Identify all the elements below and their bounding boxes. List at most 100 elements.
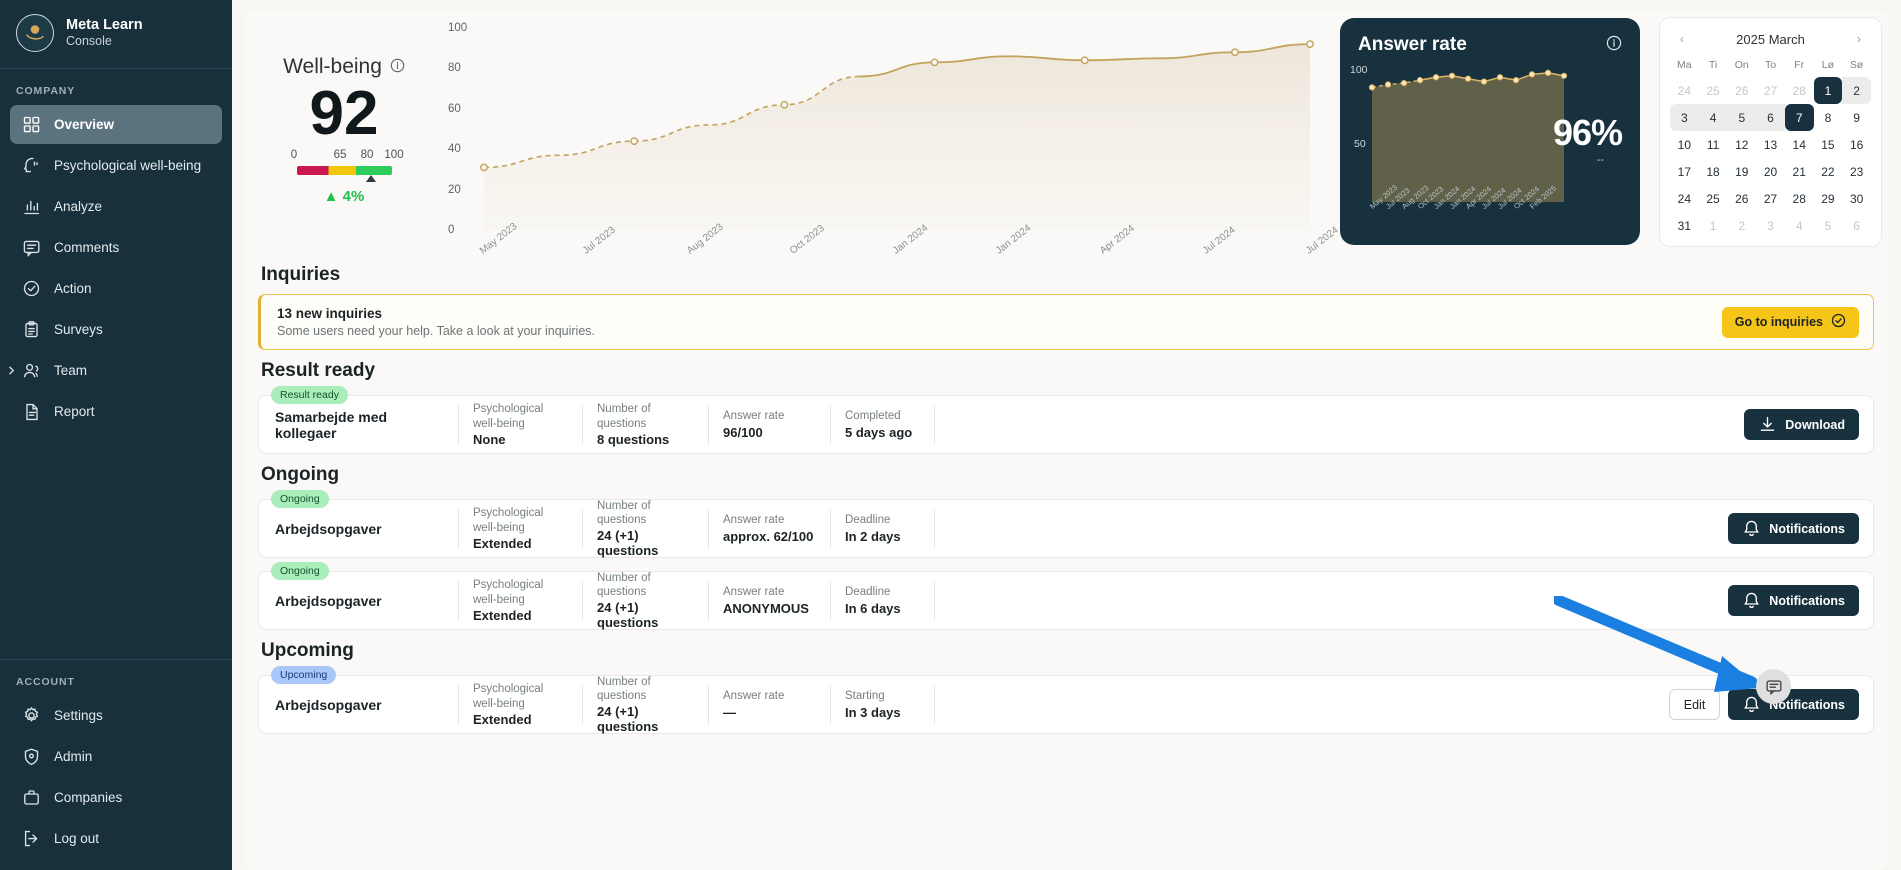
grid-icon: [22, 115, 41, 134]
calendar-day-cell[interactable]: 13: [1756, 131, 1785, 158]
chart-data-point: [1232, 49, 1238, 55]
calendar-day-cell[interactable]: 14: [1785, 131, 1814, 158]
date-label: Starting: [845, 689, 920, 703]
survey-name: Arbejdsopgaver: [275, 593, 444, 609]
calendar-day-cell[interactable]: 29: [1814, 185, 1843, 212]
calendar-day-cell[interactable]: 27: [1756, 185, 1785, 212]
calendar-day-cell[interactable]: 5: [1727, 104, 1756, 131]
answer-rate-data-point: [1529, 72, 1534, 77]
sidebar-item-log-out[interactable]: Log out: [10, 819, 222, 858]
answer-rate-data-point: [1385, 82, 1390, 87]
survey-date-cell: DeadlineIn 2 days: [831, 509, 935, 549]
info-icon[interactable]: [1606, 35, 1622, 56]
sidebar-item-admin[interactable]: Admin: [10, 737, 222, 776]
wellbeing-scale-label: 100: [384, 149, 403, 161]
calendar-day-cell[interactable]: 11: [1699, 131, 1728, 158]
download-button[interactable]: Download: [1744, 409, 1859, 440]
questions-value: 24 (+1) questions: [597, 528, 694, 558]
date-range-calendar[interactable]: ‹ 2025 March › MaTiOnToFrLøSø 2425262728…: [1660, 18, 1881, 246]
sidebar-item-surveys[interactable]: Surveys: [10, 310, 222, 349]
brand-header[interactable]: Meta Learn Console: [0, 0, 232, 69]
calendar-days-grid[interactable]: 2425262728123456789101112131415161718192…: [1670, 77, 1871, 239]
calendar-day-cell[interactable]: 15: [1814, 131, 1843, 158]
calendar-day-cell[interactable]: 2: [1727, 212, 1756, 239]
survey-answer-rate-cell: Answer rateapprox. 62/100: [709, 509, 831, 549]
sidebar-item-analyze[interactable]: Analyze: [10, 187, 222, 226]
sidebar-nav-company: Overview Psychological well-beingAnalyzeC…: [0, 103, 232, 433]
calendar-day-cell[interactable]: 12: [1727, 131, 1756, 158]
chevron-left-icon[interactable]: ‹: [1670, 27, 1694, 51]
calendar-day-cell[interactable]: 21: [1785, 158, 1814, 185]
calendar-day-cell[interactable]: 3: [1756, 212, 1785, 239]
edit-button[interactable]: Edit: [1669, 689, 1721, 720]
calendar-day-cell[interactable]: 30: [1842, 185, 1871, 212]
chart-data-point: [1082, 57, 1088, 63]
calendar-day-cell[interactable]: 28: [1785, 77, 1814, 104]
date-value: In 3 days: [845, 705, 920, 720]
answer-rate-data-point: [1369, 85, 1374, 90]
calendar-day-cell[interactable]: 4: [1785, 212, 1814, 239]
survey-card[interactable]: UpcomingArbejdsopgaverPsychological well…: [258, 675, 1874, 734]
calendar-day-cell[interactable]: 1: [1814, 77, 1843, 104]
sidebar-item-psychological-well-being[interactable]: Psychological well-being: [10, 146, 222, 185]
sidebar-item-action[interactable]: Action: [10, 269, 222, 308]
calendar-day-cell[interactable]: 16: [1842, 131, 1871, 158]
calendar-day-cell[interactable]: 10: [1670, 131, 1699, 158]
survey-card[interactable]: OngoingArbejdsopgaverPsychological well-…: [258, 571, 1874, 630]
sidebar-item-label: Overview: [54, 117, 114, 132]
calendar-day-cell[interactable]: 31: [1670, 212, 1699, 239]
calendar-day-cell[interactable]: 4: [1699, 104, 1728, 131]
chevron-right-icon[interactable]: ›: [1847, 27, 1871, 51]
survey-questions-cell: Number of questions24 (+1) questions: [583, 581, 709, 621]
sidebar-item-settings[interactable]: Settings: [10, 696, 222, 735]
calendar-day-cell[interactable]: 19: [1727, 158, 1756, 185]
calendar-day-cell[interactable]: 26: [1727, 185, 1756, 212]
calendar-day-cell[interactable]: 27: [1756, 77, 1785, 104]
calendar-day-cell[interactable]: 6: [1842, 212, 1871, 239]
calendar-day-cell[interactable]: 22: [1814, 158, 1843, 185]
survey-answer-rate-cell: Answer rate96/100: [709, 405, 831, 445]
survey-date-cell: DeadlineIn 6 days: [831, 581, 935, 621]
calendar-day-cell[interactable]: 26: [1727, 77, 1756, 104]
survey-type-label: Psychological well-being: [473, 402, 568, 431]
sidebar-item-report[interactable]: Report: [10, 392, 222, 431]
calendar-day-cell[interactable]: 24: [1670, 185, 1699, 212]
calendar-day-cell[interactable]: 17: [1670, 158, 1699, 185]
answer-rate-data-point: [1433, 75, 1438, 80]
calendar-day-cell[interactable]: 24: [1670, 77, 1699, 104]
calendar-day-cell[interactable]: 23: [1842, 158, 1871, 185]
calendar-day-cell[interactable]: 28: [1785, 185, 1814, 212]
calendar-day-cell[interactable]: 2: [1842, 77, 1871, 104]
chevron-right-icon[interactable]: [6, 364, 20, 378]
calendar-day-cell[interactable]: 25: [1699, 185, 1728, 212]
calendar-weekday: Sø: [1842, 52, 1871, 77]
calendar-day-cell[interactable]: 3: [1670, 104, 1699, 131]
calendar-day-cell[interactable]: 8: [1814, 104, 1843, 131]
survey-card[interactable]: Result readySamarbejde med kollegaerPsyc…: [258, 395, 1874, 454]
calendar-day-cell[interactable]: 5: [1814, 212, 1843, 239]
chart-y-tick: 100: [448, 22, 467, 34]
section-title-ongoing: Ongoing: [261, 464, 1874, 486]
chat-bubble-icon[interactable]: [1756, 669, 1791, 704]
go-to-inquiries-button[interactable]: Go to inquiries: [1722, 307, 1859, 338]
calendar-day-cell[interactable]: 7: [1785, 104, 1814, 131]
calendar-day-cell[interactable]: 18: [1699, 158, 1728, 185]
notifications-button[interactable]: Notifications: [1728, 513, 1859, 544]
calendar-day-cell[interactable]: 1: [1699, 212, 1728, 239]
check-circle-icon: [22, 279, 41, 298]
calendar-day-cell[interactable]: 9: [1842, 104, 1871, 131]
sidebar-item-overview[interactable]: Overview: [10, 105, 222, 144]
survey-type-label: Psychological well-being: [473, 578, 568, 607]
calendar-day-cell[interactable]: 6: [1756, 104, 1785, 131]
notifications-button[interactable]: Notifications: [1728, 689, 1859, 720]
notifications-button[interactable]: Notifications: [1728, 585, 1859, 616]
inquiries-title: 13 new inquiries: [277, 306, 595, 321]
sidebar-item-companies[interactable]: Companies: [10, 778, 222, 817]
info-icon[interactable]: [390, 55, 405, 79]
questions-label: Number of questions: [597, 499, 694, 528]
sidebar-item-comments[interactable]: Comments: [10, 228, 222, 267]
calendar-day-cell[interactable]: 25: [1699, 77, 1728, 104]
survey-card[interactable]: OngoingArbejdsopgaverPsychological well-…: [258, 499, 1874, 558]
calendar-day-cell[interactable]: 20: [1756, 158, 1785, 185]
sidebar-item-team[interactable]: Team: [10, 351, 222, 390]
